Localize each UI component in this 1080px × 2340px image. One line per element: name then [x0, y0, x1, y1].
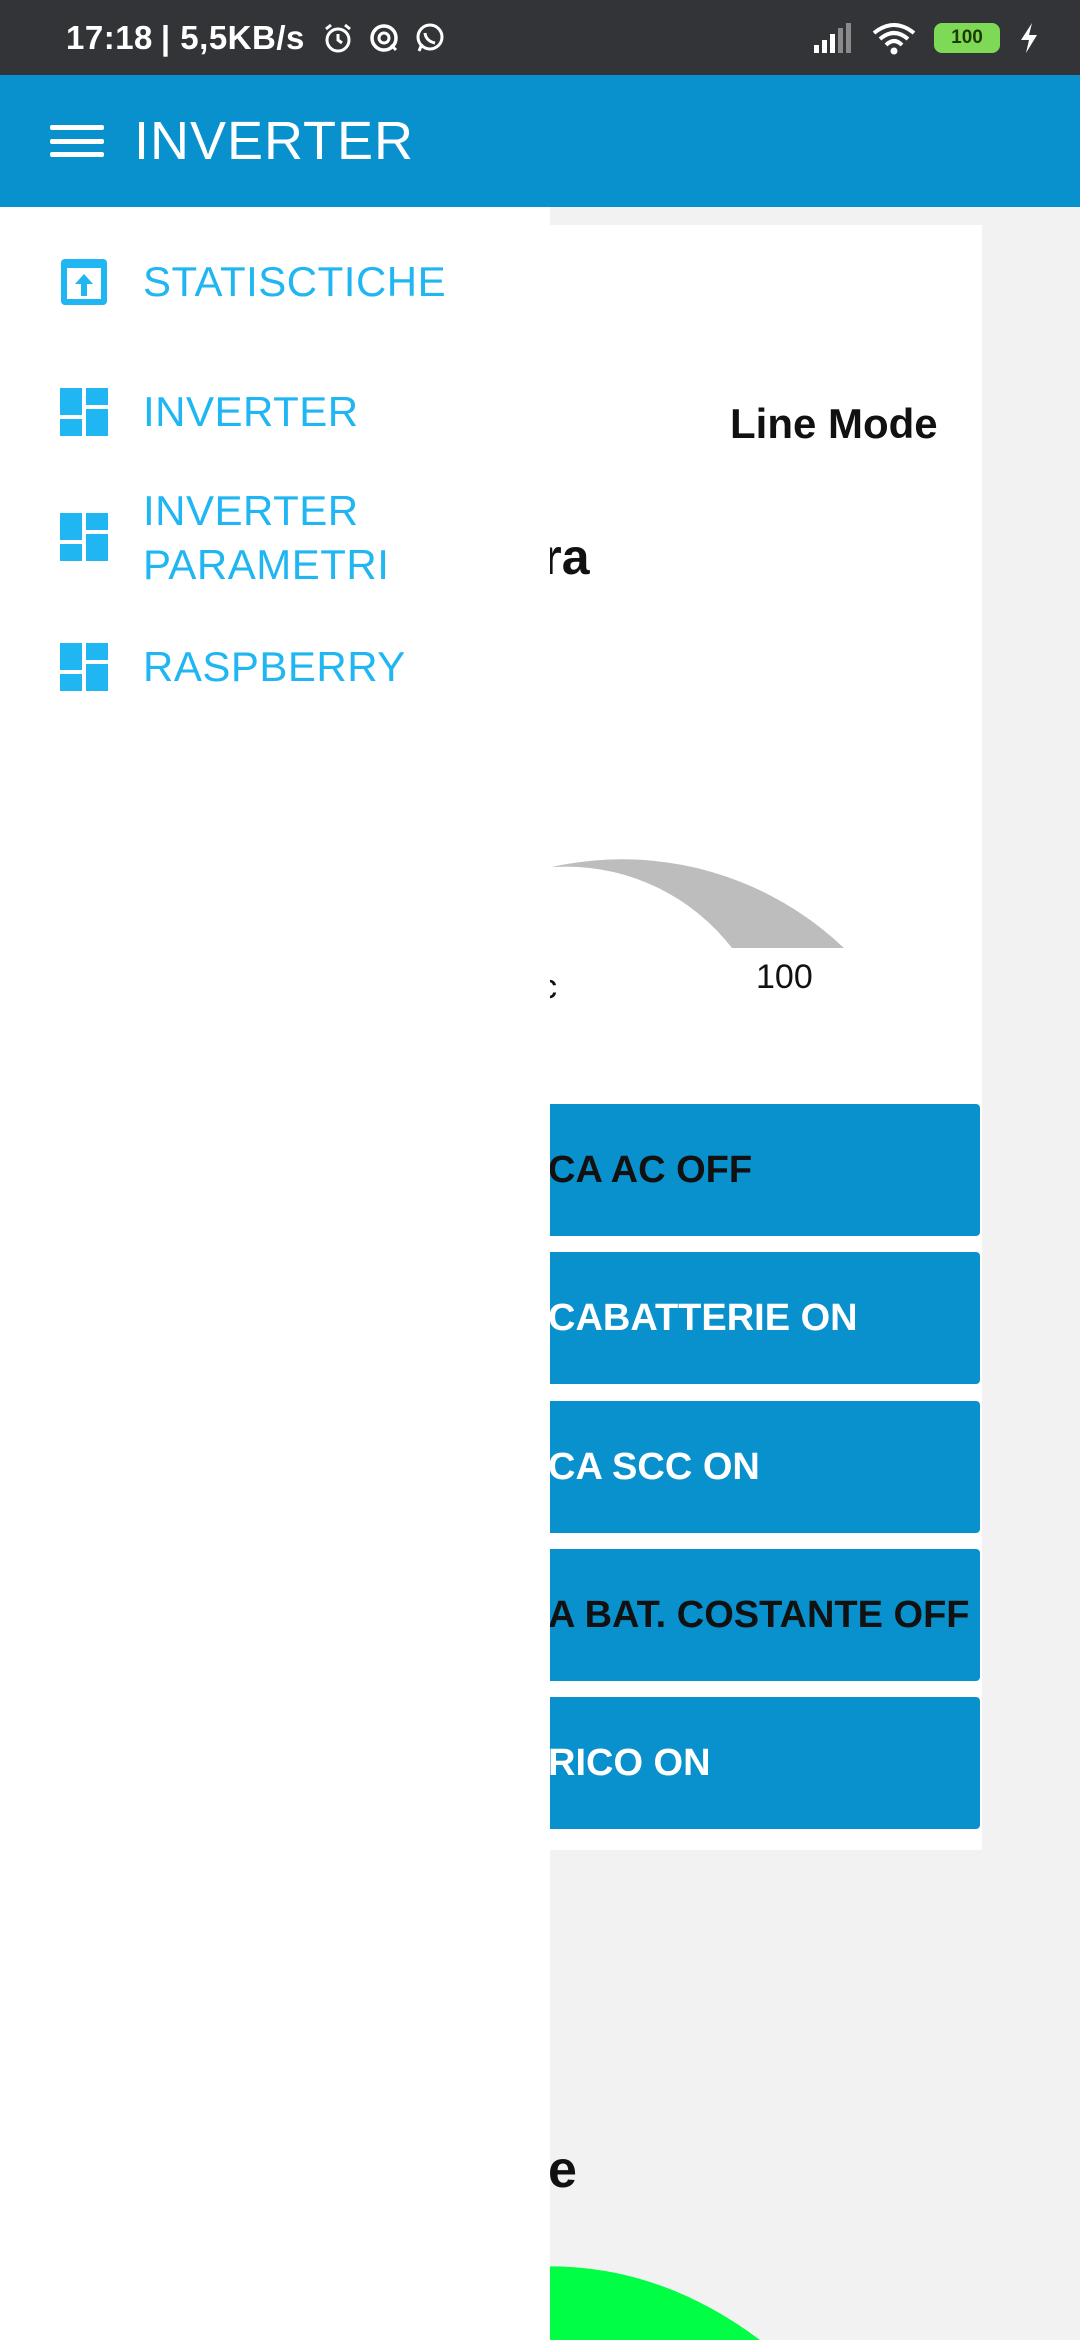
app-bar: INVERTER: [0, 75, 1080, 207]
whatsapp-icon: [416, 23, 444, 52]
app-bar-title: INVERTER: [134, 111, 415, 171]
drawer-item-raspberry[interactable]: RASPBERRY: [0, 632, 550, 702]
hamburger-menu-icon[interactable]: [50, 122, 104, 160]
gauge-max-label: 100: [756, 958, 813, 996]
alarm-icon: [324, 23, 351, 52]
line-mode-text: Line Mode: [730, 400, 938, 447]
wifi-icon: [872, 22, 916, 54]
drawer-item-inverter-parametri[interactable]: INVERTER PARAMETRI: [0, 482, 550, 592]
dashboard-icon: [60, 513, 108, 561]
battery-level: 100: [951, 26, 983, 48]
signal-icon: [814, 22, 851, 53]
page-margin: [982, 207, 1080, 2340]
open-in-app-icon: [61, 259, 107, 305]
dashboard-icon: [60, 643, 108, 691]
drawer-item-label: INVERTER: [143, 388, 359, 435]
drawer-item-label-line2: PARAMETRI: [143, 541, 390, 588]
dashboard-icon: [60, 388, 108, 436]
navigation-drawer: STATISCTICHE INVERTER INVERTER PARAMETRI: [0, 207, 550, 2340]
drawer-item-inverter[interactable]: INVERTER: [0, 377, 550, 447]
app-screen: 17:18 | 5,5KB/s 100 INVERTER Line Mode 1…: [0, 0, 1080, 2340]
drawer-item-label: STATISCTICHE: [143, 258, 447, 305]
status-bar: 17:18 | 5,5KB/s 100: [0, 0, 1080, 75]
network-speed: | 5,5KB/s: [160, 18, 305, 56]
drawer-item-label-line1: INVERTER: [143, 487, 359, 534]
drawer-item-label: RASPBERRY: [143, 643, 406, 690]
battery-icon: 100: [934, 22, 1000, 53]
drawer-item-statistiche[interactable]: STATISCTICHE: [0, 247, 550, 317]
data-saver-icon: [370, 23, 398, 52]
status-time: 17:18: [66, 18, 153, 56]
charging-icon: [1021, 22, 1037, 53]
